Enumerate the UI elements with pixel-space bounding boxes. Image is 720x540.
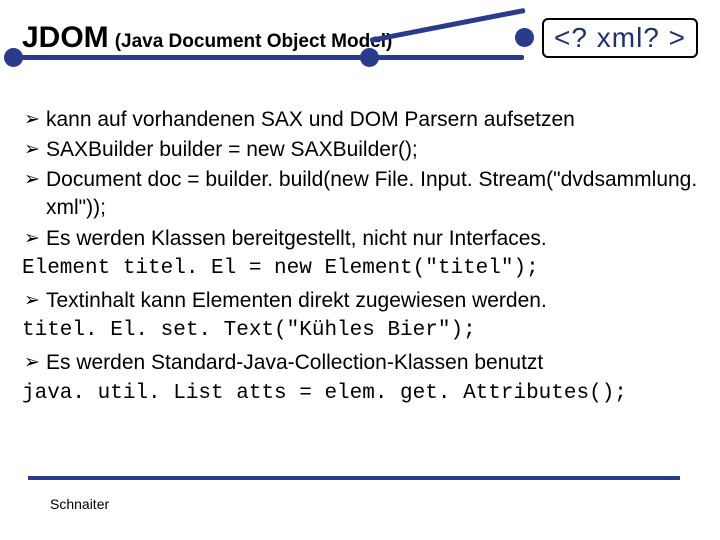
bullet-item: ➢ Textinhalt kann Elementen direkt zugew… xyxy=(22,287,698,315)
dot-icon xyxy=(515,28,534,47)
bullet-text: Es werden Klassen bereitgestellt, nicht … xyxy=(46,225,698,253)
slide: JDOM (Java Document Object Model) <? xml… xyxy=(0,0,720,408)
bullet-item: ➢ kann auf vorhandenen SAX und DOM Parse… xyxy=(22,106,698,134)
bullet-text: SAXBuilder builder = new SAXBuilder(); xyxy=(46,136,698,164)
bullet-item: ➢ Es werden Klassen bereitgestellt, nich… xyxy=(22,225,698,253)
bullet-item: ➢ SAXBuilder builder = new SAXBuilder(); xyxy=(22,136,698,164)
code-line: titel. El. set. Text("Kühles Bier"); xyxy=(22,317,698,345)
arrow-icon: ➢ xyxy=(22,136,46,164)
arrow-icon: ➢ xyxy=(22,166,46,194)
dot-icon xyxy=(4,48,23,67)
bullet-text: kann auf vorhandenen SAX und DOM Parsern… xyxy=(46,106,698,134)
bullet-text: Textinhalt kann Elementen direkt zugewie… xyxy=(46,287,698,315)
bullet-item: ➢ Es werden Standard-Java-Collection-Kla… xyxy=(22,349,698,377)
arrow-icon: ➢ xyxy=(22,225,46,253)
bullet-item: ➢ Document doc = builder. build(new File… xyxy=(22,166,698,222)
footer-divider xyxy=(28,476,680,480)
footer-author: Schnaiter xyxy=(50,496,109,512)
bar-segment xyxy=(14,55,524,60)
divider-barbell xyxy=(4,46,534,68)
code-line: java. util. List atts = elem. get. Attri… xyxy=(22,380,698,408)
bullet-text: Es werden Standard-Java-Collection-Klass… xyxy=(46,349,698,377)
content-body: ➢ kann auf vorhandenen SAX und DOM Parse… xyxy=(22,106,698,408)
arrow-icon: ➢ xyxy=(22,106,46,134)
arrow-icon: ➢ xyxy=(22,349,46,377)
xml-badge: <? xml? > xyxy=(542,18,698,58)
bullet-text: Document doc = builder. build(new File. … xyxy=(46,166,698,222)
arrow-icon: ➢ xyxy=(22,287,46,315)
code-line: Element titel. El = new Element("titel")… xyxy=(22,255,698,283)
dot-icon xyxy=(360,48,379,67)
